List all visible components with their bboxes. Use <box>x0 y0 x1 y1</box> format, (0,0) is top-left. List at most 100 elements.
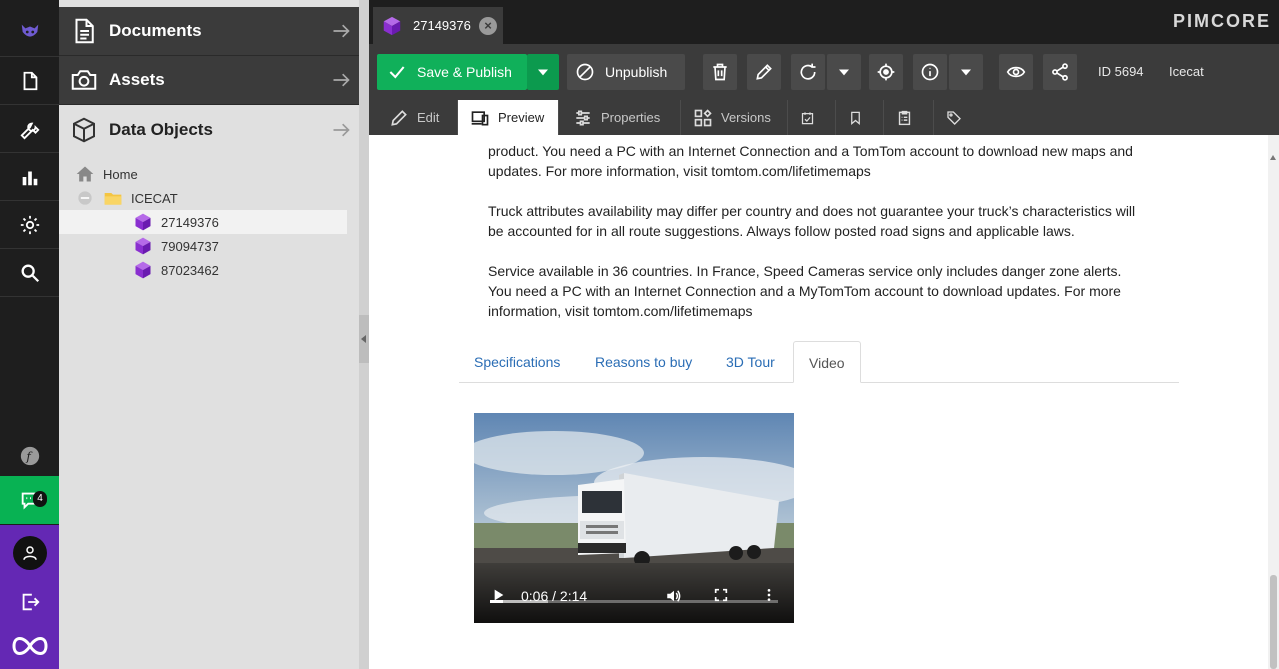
editor-view-tabs: Edit Preview Properties Versions <box>369 100 1279 135</box>
tree-node-79094737[interactable]: 79094737 <box>59 234 347 258</box>
pimcore-logo-icon[interactable] <box>0 8 59 56</box>
document-icon <box>75 18 94 44</box>
more-options-icon[interactable] <box>761 587 777 606</box>
unpublish-label: Unpublish <box>605 64 668 80</box>
trash-icon <box>713 63 727 81</box>
unpublish-button[interactable]: Unpublish <box>567 54 685 90</box>
open-tab-label: 27149376 <box>413 18 471 33</box>
tab-reasons-to-buy[interactable]: Reasons to buy <box>580 341 707 383</box>
video-controls: 0:06 / 2:14 <box>474 563 794 623</box>
tab-tags[interactable] <box>934 100 982 135</box>
tab-video[interactable]: Video <box>793 341 861 383</box>
symfony-icon[interactable]: f <box>0 432 59 480</box>
content-scrollbar[interactable] <box>1268 135 1279 669</box>
collapse-icon[interactable] <box>75 188 95 208</box>
info-button[interactable] <box>913 54 947 90</box>
reports-nav-icon[interactable] <box>0 153 59 201</box>
user-icon <box>22 546 37 560</box>
assets-section-header[interactable]: Assets <box>59 56 359 105</box>
home-icon <box>76 166 94 182</box>
cube-icon <box>73 117 95 142</box>
delete-button[interactable] <box>703 54 737 90</box>
documents-section-title: Documents <box>109 21 202 40</box>
object-class-label: Icecat <box>1169 64 1204 79</box>
tab-versions[interactable]: Versions <box>681 100 788 135</box>
fullscreen-icon[interactable] <box>713 587 729 606</box>
info-options-dropdown[interactable] <box>949 54 983 90</box>
avatar <box>12 536 47 570</box>
settings-nav-icon[interactable] <box>0 201 59 249</box>
video-played-bar <box>490 600 503 603</box>
tab-label: Edit <box>417 110 440 125</box>
close-tab-icon[interactable]: × <box>479 17 497 35</box>
tab-notes[interactable] <box>884 100 934 135</box>
calendar-check-icon <box>801 111 814 124</box>
tab-schedule[interactable] <box>788 100 836 135</box>
tree-node-label: 87023462 <box>161 262 219 278</box>
arrow-right-icon <box>333 73 350 87</box>
save-options-dropdown[interactable] <box>527 54 559 90</box>
tree-node-27149376[interactable]: 27149376 <box>59 210 347 234</box>
rename-button[interactable] <box>747 54 781 90</box>
object-cube-icon <box>383 16 401 35</box>
documents-nav-icon[interactable] <box>0 57 59 105</box>
tools-nav-icon[interactable] <box>0 105 59 153</box>
tab-edit[interactable]: Edit <box>377 100 458 135</box>
tab-specifications[interactable]: Specifications <box>459 341 575 383</box>
reload-button[interactable] <box>791 54 825 90</box>
data-objects-section-title: Data Objects <box>109 119 213 139</box>
reload-options-dropdown[interactable] <box>827 54 861 90</box>
pimcore-infinity-icon[interactable] <box>0 623 59 669</box>
tab-preview[interactable]: Preview <box>458 100 559 135</box>
tab-3d-tour[interactable]: 3D Tour <box>711 341 790 383</box>
volume-icon[interactable] <box>665 587 683 608</box>
notifications-button[interactable]: 4 <box>0 476 59 524</box>
save-publish-label: Save & Publish <box>417 64 512 80</box>
collapse-panel-handle[interactable] <box>359 315 369 363</box>
save-publish-button[interactable]: Save & Publish <box>377 54 527 90</box>
tree-node-icecat[interactable]: ICECAT <box>59 186 347 210</box>
caret-down-icon <box>839 69 849 76</box>
tab-dependencies[interactable] <box>836 100 884 135</box>
main-nav-rail: f 4 <box>0 0 59 669</box>
pencil-icon <box>756 64 772 80</box>
scroll-up-arrow-icon[interactable] <box>1270 155 1276 160</box>
documents-section-header[interactable]: Documents <box>59 7 359 56</box>
tree-node-home[interactable]: Home <box>59 162 347 186</box>
tree-node-87023462[interactable]: 87023462 <box>59 258 347 282</box>
caret-down-icon <box>538 69 548 76</box>
arrow-right-icon <box>333 24 350 38</box>
video-progress-bar[interactable] <box>490 600 778 603</box>
check-icon <box>389 66 405 79</box>
folder-icon <box>104 193 122 205</box>
search-nav-icon[interactable] <box>0 249 59 297</box>
object-id-label: ID 5694 <box>1098 64 1144 79</box>
tab-properties[interactable]: Properties <box>561 100 681 135</box>
tag-icon <box>947 110 961 125</box>
bookmark-icon <box>851 111 860 125</box>
notification-count-badge: 4 <box>33 491 47 507</box>
sliders-icon <box>576 110 590 125</box>
app-root: f 4 Documents Assets Data Objects Home I… <box>0 0 1279 669</box>
arrow-right-icon <box>333 123 350 136</box>
preview-button[interactable] <box>999 54 1033 90</box>
camera-icon <box>71 70 97 90</box>
logout-button[interactable] <box>0 581 59 623</box>
pencil-icon <box>391 109 407 126</box>
tree-node-label: 27149376 <box>161 214 219 230</box>
user-profile-button[interactable] <box>0 525 59 581</box>
share-button[interactable] <box>1043 54 1077 90</box>
video-player[interactable]: 0:06 / 2:14 <box>474 413 794 623</box>
open-object-tab[interactable]: 27149376 × <box>373 7 503 44</box>
tree-node-label: ICECAT <box>131 190 178 206</box>
scrollbar-thumb[interactable] <box>1270 575 1277 669</box>
object-cube-icon <box>135 213 151 231</box>
tree-node-label: Home <box>103 166 138 182</box>
brand-logo: PIMCORE <box>1172 11 1271 31</box>
info-icon <box>921 63 939 81</box>
clipboard-icon <box>898 110 911 125</box>
refresh-icon <box>800 63 816 80</box>
play-icon[interactable] <box>490 587 506 606</box>
locate-in-tree-button[interactable] <box>869 54 903 90</box>
data-objects-section-header[interactable]: Data Objects <box>59 105 359 154</box>
